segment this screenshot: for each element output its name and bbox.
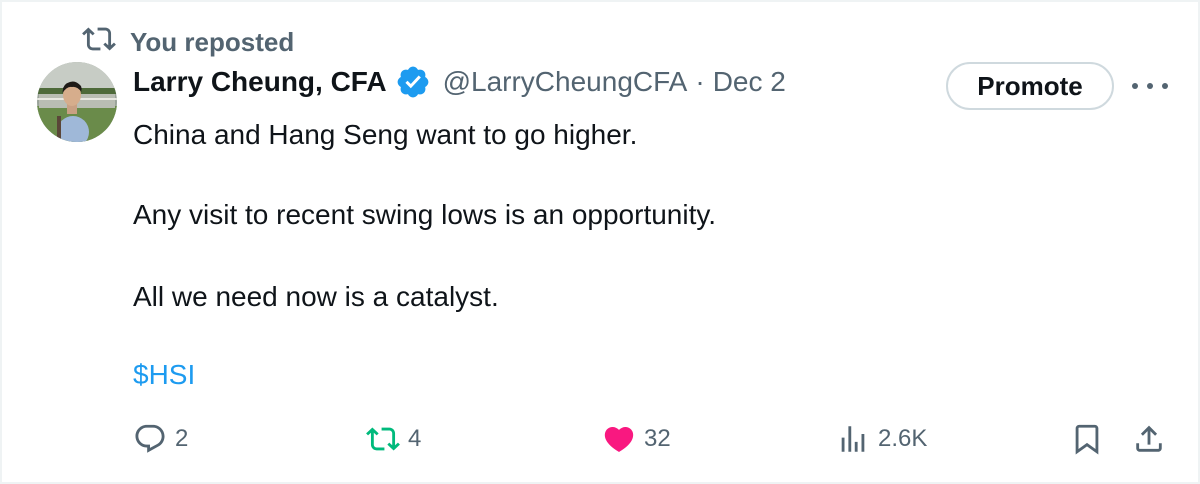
tweet-header: Larry Cheung, CFA @LarryCheungCFA · Dec … xyxy=(133,64,786,100)
verified-badge-icon[interactable] xyxy=(395,64,431,100)
reply-button[interactable]: 2 xyxy=(133,422,188,456)
bookmark-button[interactable] xyxy=(1070,422,1104,456)
repost-indicator[interactable]: You reposted xyxy=(82,22,294,63)
reply-icon xyxy=(133,422,167,456)
post-date[interactable]: Dec 2 xyxy=(713,66,786,98)
bookmark-icon xyxy=(1070,422,1104,456)
tweet-text-line: China and Hang Seng want to go higher. xyxy=(133,119,638,150)
author-name[interactable]: Larry Cheung, CFA xyxy=(133,66,387,98)
promote-button[interactable]: Promote xyxy=(946,62,1114,110)
repost-count: 4 xyxy=(408,425,422,452)
views-count: 2.6K xyxy=(878,425,928,452)
share-icon xyxy=(1132,422,1166,456)
avatar[interactable] xyxy=(37,62,117,142)
tweet-text-line: Any visit to recent swing lows is an opp… xyxy=(133,199,717,230)
share-button[interactable] xyxy=(1132,422,1166,456)
repost-button[interactable]: 4 xyxy=(366,422,421,456)
cashtag-link[interactable]: $HSI xyxy=(133,359,195,391)
more-icon[interactable] xyxy=(1132,74,1168,98)
views-icon xyxy=(836,422,870,456)
repost-label: You reposted xyxy=(130,27,295,57)
author-handle[interactable]: @LarryCheungCFA xyxy=(443,66,688,98)
views-button[interactable]: 2.6K xyxy=(836,422,927,456)
repost-icon xyxy=(82,22,116,63)
header-separator: · xyxy=(695,66,705,97)
repost-icon xyxy=(366,422,400,456)
heart-icon xyxy=(602,422,636,456)
like-count: 32 xyxy=(644,425,671,452)
like-button[interactable]: 32 xyxy=(602,422,671,456)
tweet-card[interactable]: You reposted Larry Cheung, CFA @LarryChe… xyxy=(0,0,1200,484)
tweet-text-line: All we need now is a catalyst. xyxy=(133,281,499,312)
reply-count: 2 xyxy=(175,425,189,452)
